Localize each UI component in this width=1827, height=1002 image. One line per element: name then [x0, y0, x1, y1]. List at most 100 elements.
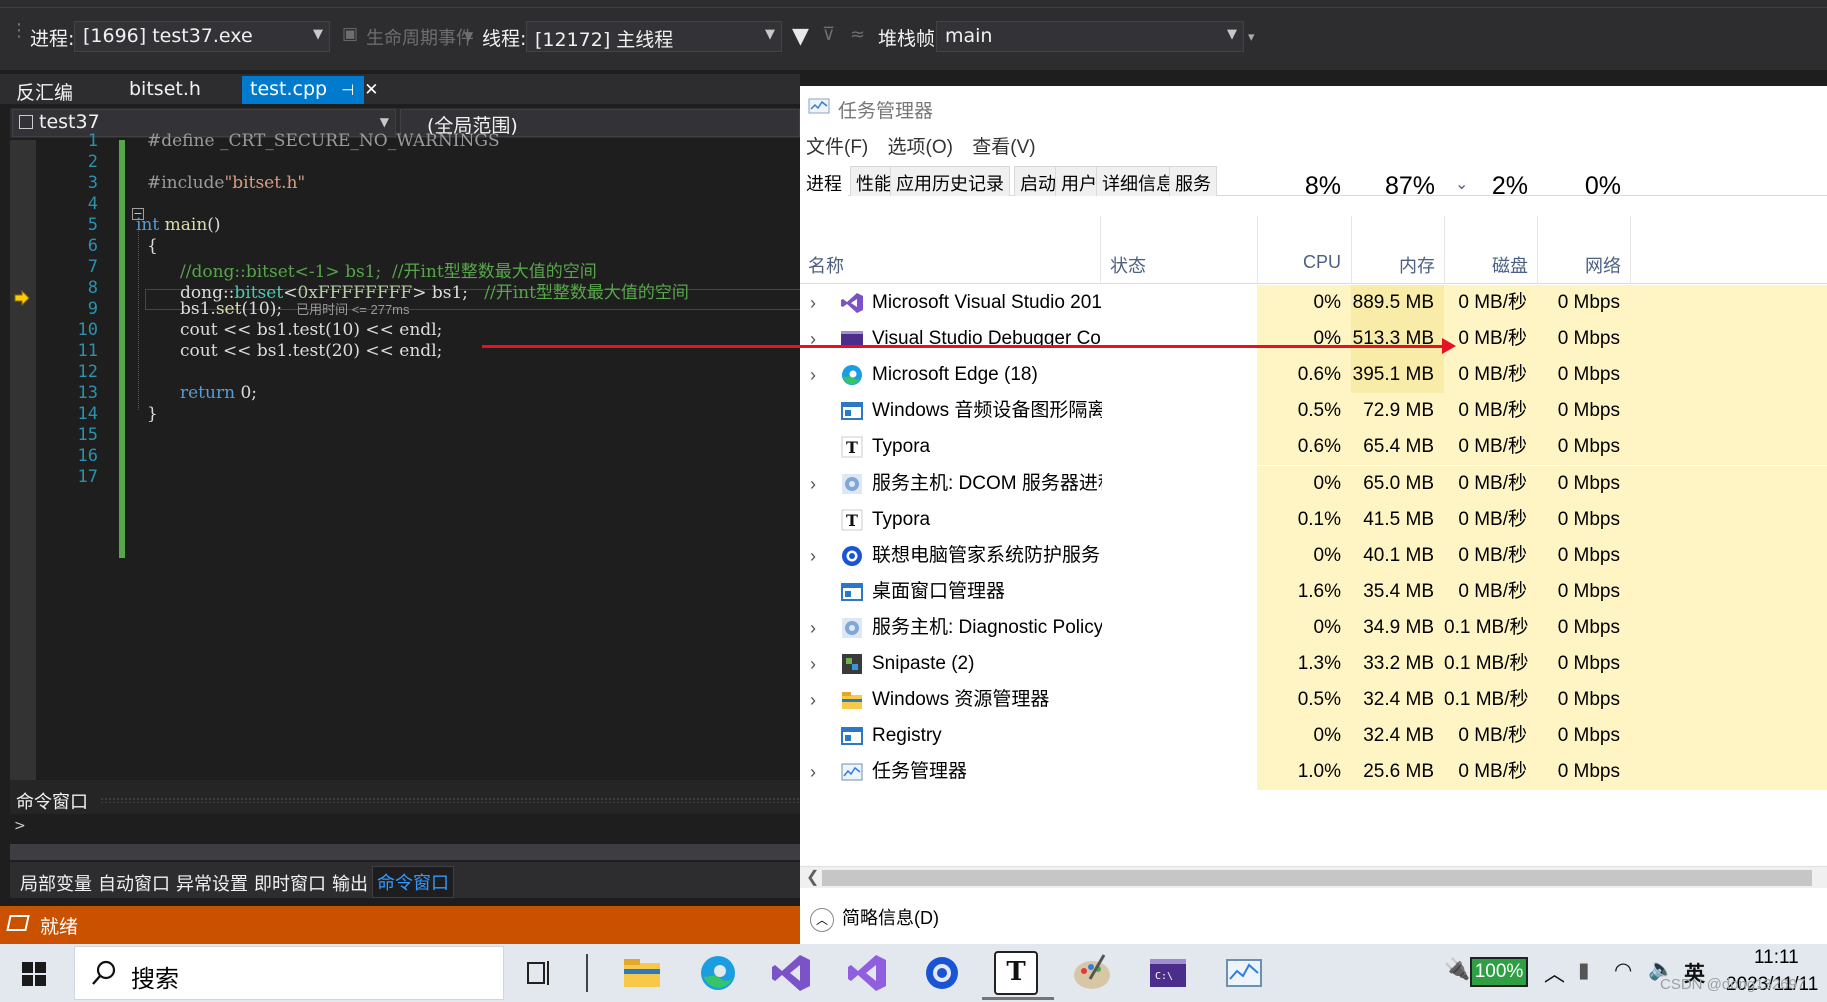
expand-chevron-icon[interactable]: ›	[810, 538, 816, 574]
stackframe-dropdown[interactable]: main ▼	[936, 21, 1244, 52]
paint-palette-icon[interactable]	[1070, 951, 1114, 995]
process-row[interactable]: Registry 0% 32.4 MB 0 MB/秒 0 Mbps	[800, 718, 1827, 755]
column-status[interactable]: 状态	[1110, 252, 1146, 278]
process-row[interactable]: ›服务主机: Diagnostic Policy Se...0%34.9 MB0…	[800, 609, 1827, 646]
lifecycle-events-button[interactable]: 生命周期事件	[366, 24, 474, 50]
wifi-icon[interactable]: ◠	[1614, 958, 1632, 983]
task-view-icon[interactable]	[516, 951, 560, 995]
expand-chevron-icon[interactable]: ›	[810, 466, 816, 502]
expand-chevron-icon[interactable]: ›	[810, 646, 816, 682]
perf-tip[interactable]: 已用时间 <= 277ms	[296, 302, 409, 317]
process-row[interactable]: › Snipaste (2) 1.3% 33.2 MB 0.1 MB/秒 0 Mbps	[800, 646, 1827, 682]
disk-percent[interactable]: 2%	[1444, 172, 1528, 201]
edge-browser-icon[interactable]	[696, 951, 740, 995]
expand-chevron-icon[interactable]: ›	[810, 285, 816, 321]
battery-indicator[interactable]: 100%	[1470, 957, 1528, 987]
process-network: 0 Mbps	[1537, 465, 1630, 502]
file-explorer-icon[interactable]	[620, 951, 664, 995]
tab-test-cpp[interactable]: test.cpp ⊣ ✕	[242, 76, 378, 104]
column-separator[interactable]	[1630, 216, 1631, 284]
expand-chevron-icon[interactable]: ›	[810, 682, 816, 718]
menu-options[interactable]: 选项(O)	[888, 137, 953, 158]
clock-time[interactable]: 11:11	[1754, 947, 1799, 969]
panel-grip[interactable]	[100, 797, 800, 803]
process-row[interactable]: › 联想电脑管家系统防护服务 (32 ... 0%40.1 MB0 MB/秒0 Mb…	[800, 537, 1827, 574]
tab-locals[interactable]: 局部变量	[16, 868, 96, 898]
process-row[interactable]: › Microsoft Visual Studio 2019 ... 0%889.5…	[800, 285, 1827, 321]
command-input[interactable]: >	[10, 814, 800, 844]
thread-dropdown[interactable]: [12172] 主线程 ▼	[526, 21, 782, 52]
line-number: 11	[77, 341, 98, 361]
horizontal-scrollbar[interactable]: ❮	[800, 866, 1827, 888]
code-editor[interactable]: 1 2 3 4 5 6 7 8 9 10 11 12 13 14 15 16 17 − #define _CRT…	[10, 131, 805, 780]
menu-view[interactable]: 查看(V)	[972, 137, 1035, 158]
process-row[interactable]: › Windows 资源管理器 0.5% 32.4 MB 0.1 MB/秒 0 Mbps	[800, 682, 1827, 719]
process-extra-column	[1630, 393, 1827, 430]
process-row[interactable]: › Microsoft Edge (18) 0.6% 395.1 MB 0 MB/秒 0 …	[800, 357, 1827, 394]
expand-chevron-icon[interactable]: ›	[810, 610, 816, 646]
column-separator[interactable]	[1257, 216, 1258, 284]
tab-exception-settings[interactable]: 异常设置	[172, 868, 252, 898]
flag-threads-icon[interactable]: ≈	[850, 24, 865, 45]
chevron-up-icon[interactable]: ︿	[1544, 958, 1565, 988]
process-dropdown[interactable]: [1696] test37.exe ▼	[74, 21, 330, 52]
power-plug-icon[interactable]: 🔌	[1444, 958, 1470, 982]
typora-icon[interactable]: T	[982, 951, 1054, 1000]
process-row[interactable]: T Typora 0.1% 41.5 MB 0 MB/秒 0 Mbps	[800, 501, 1827, 538]
process-network: 0 Mbps	[1537, 285, 1630, 321]
filter-clear-icon[interactable]: ⊽	[822, 24, 835, 45]
debug-console-icon[interactable]: C:\	[1146, 951, 1190, 995]
horizontal-scrollbar[interactable]	[10, 844, 800, 860]
tab-autos[interactable]: 自动窗口	[94, 868, 174, 898]
visual-studio-icon[interactable]	[770, 951, 814, 995]
thread-value: [12172] 主线程	[535, 29, 674, 51]
process-memory: 32.4 MB	[1351, 682, 1444, 719]
scroll-left-icon[interactable]: ❮	[806, 867, 819, 887]
column-cpu[interactable]: CPU	[1257, 252, 1341, 273]
app-tray-icon[interactable]: ▮	[1578, 958, 1590, 983]
tab-app-history[interactable]: 应用历史记录	[890, 166, 1010, 196]
process-network: 0 Mbps	[1537, 357, 1630, 394]
process-extra-column	[1630, 573, 1827, 610]
windows-start-icon[interactable]	[22, 962, 46, 986]
column-disk[interactable]: 磁盘	[1444, 252, 1528, 278]
column-name[interactable]: 名称	[808, 252, 844, 278]
network-percent[interactable]: 0%	[1537, 172, 1621, 201]
process-row[interactable]: Windows 音频设备图形隔离 0.5% 72.9 MB 0 MB/秒 0 Mbps	[800, 393, 1827, 430]
scrollbar-thumb[interactable]	[822, 870, 1812, 886]
column-separator[interactable]	[1100, 216, 1101, 284]
taskmgr-icon[interactable]	[1222, 951, 1266, 995]
tab-bitset-h[interactable]: bitset.h	[121, 76, 209, 104]
glyph-margin[interactable]	[10, 140, 36, 780]
memory-percent[interactable]: 87%	[1351, 172, 1435, 201]
process-network: 0 Mbps	[1537, 609, 1630, 646]
process-row[interactable]: › Visual Studio Debugger Cons... 0%513.3 M…	[800, 321, 1827, 358]
expand-chevron-icon[interactable]: ›	[810, 321, 816, 357]
annotation-arrow-head	[1442, 338, 1456, 354]
process-row[interactable]: T Typora 0.6% 65.4 MB 0 MB/秒 0 Mbps	[800, 429, 1827, 466]
tab-details[interactable]: 详细信息	[1096, 166, 1180, 196]
column-network[interactable]: 网络	[1537, 252, 1621, 278]
taskbar-search-box[interactable]: 搜索	[74, 946, 504, 1000]
pin-icon[interactable]: ⊣	[341, 81, 354, 99]
expand-chevron-icon[interactable]: ›	[810, 754, 816, 790]
process-row[interactable]: › 服务主机: DCOM 服务器进程启... 0%65.0 MB0 MB/秒0 Mb…	[800, 465, 1827, 502]
expand-chevron-icon[interactable]: ›	[810, 357, 816, 393]
cpu-percent[interactable]: 8%	[1257, 172, 1341, 201]
fewer-details-button[interactable]: ︿ 简略信息(D)	[810, 904, 939, 932]
tab-immediate[interactable]: 即时窗口	[250, 868, 330, 898]
process-row[interactable]: › 任务管理器 1.0% 25.6 MB 0 MB/秒 0 Mbps	[800, 754, 1827, 791]
tab-output[interactable]: 输出	[328, 868, 372, 898]
menu-file[interactable]: 文件(F)	[806, 137, 868, 158]
toolbar-overflow-icon[interactable]: ▾	[1248, 30, 1255, 45]
column-memory[interactable]: 内存	[1351, 252, 1435, 278]
close-icon[interactable]: ✕	[364, 80, 378, 100]
tab-disassembly[interactable]: 反汇编	[8, 76, 81, 104]
tab-command-window[interactable]: 命令窗口	[372, 866, 454, 898]
visual-studio-icon[interactable]	[846, 951, 890, 995]
process-row[interactable]: 桌面窗口管理器 1.6% 35.4 MB 0 MB/秒 0 Mbps	[800, 573, 1827, 610]
tab-services[interactable]: 服务	[1169, 166, 1217, 196]
tab-processes[interactable]: 进程	[800, 166, 848, 196]
filter-icon[interactable]: ▼	[792, 24, 809, 49]
lenovo-manager-icon[interactable]	[920, 951, 964, 995]
